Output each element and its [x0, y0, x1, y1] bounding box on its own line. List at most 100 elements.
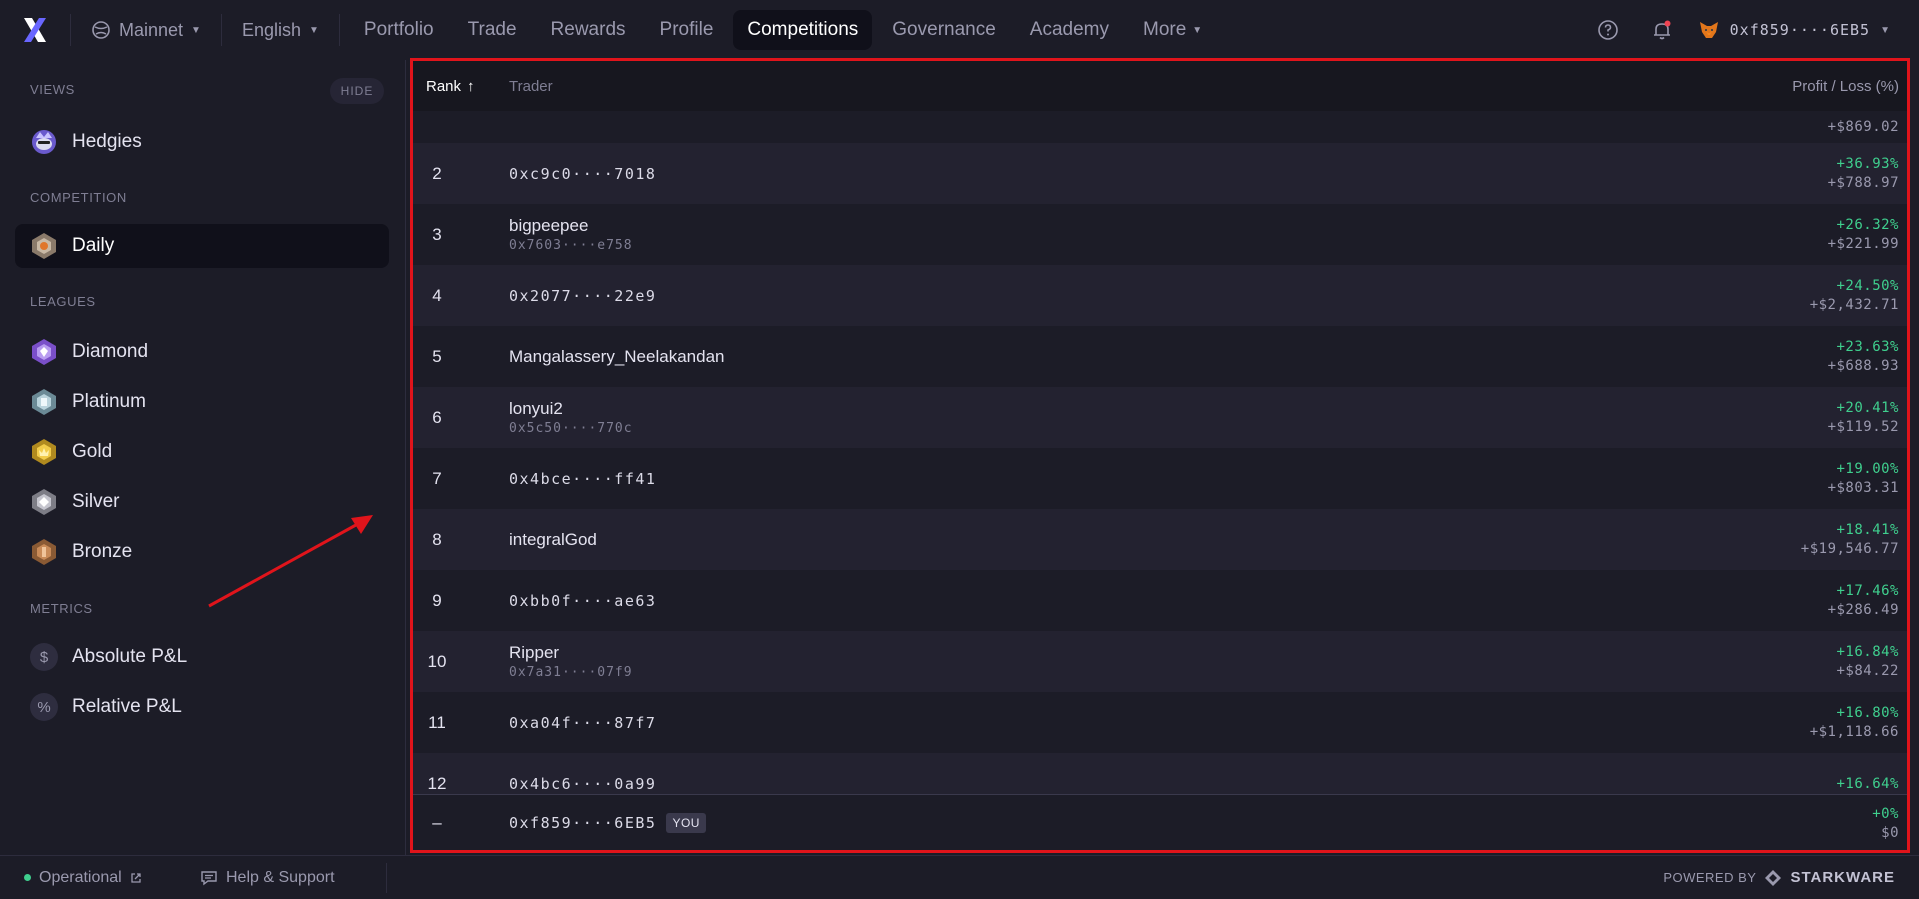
pnl-column-header[interactable]: Profit / Loss (%) [1792, 78, 1899, 95]
sidebar-item-hedgies[interactable]: Hedgies [15, 120, 389, 164]
help-button[interactable] [1590, 12, 1626, 48]
bronze-badge-icon [30, 538, 58, 566]
dydx-logo[interactable] [0, 0, 70, 60]
nav-governance[interactable]: Governance [878, 10, 1010, 50]
sidebar-item-label: Bronze [72, 541, 133, 562]
pnl-cell: +16.80% +$1,118.66 [1810, 692, 1899, 753]
hide-sidebar-button[interactable]: HIDE [330, 78, 384, 104]
table-row[interactable]: 8 integralGod +18.41% +$19,546.77 [413, 509, 1907, 570]
trader-name: integralGod [509, 529, 597, 549]
pnl-percent: +24.50% [1836, 278, 1899, 294]
arrow-up-icon: ↑ [467, 77, 475, 95]
divider [386, 862, 387, 893]
logo-icon [24, 18, 46, 42]
table-row[interactable]: 3 bigpeepee 0x7603····e758 +26.32% +$221.99 [413, 204, 1907, 265]
nav-trade[interactable]: Trade [454, 10, 531, 50]
pnl-cell: +18.41% +$19,546.77 [1801, 509, 1899, 570]
sidebar-item-diamond[interactable]: Diamond [15, 330, 389, 374]
nav-more[interactable]: More ▼ [1129, 10, 1216, 50]
pnl-cell: +19.00% +$803.31 [1828, 448, 1899, 509]
rank-cell: 10 [427, 651, 447, 671]
diamond-badge-icon [30, 338, 58, 366]
table-row[interactable]: 2 0xc9c0····7018 +36.93% +$788.97 [413, 143, 1907, 204]
silver-badge-icon [30, 488, 58, 516]
rank-cell: 9 [432, 590, 442, 610]
rank-cell: 6 [432, 407, 442, 427]
rank-cell: 11 [428, 712, 446, 732]
sidebar-item-relative-pnl[interactable]: % Relative P&L [15, 685, 389, 729]
table-row[interactable]: 5 Mangalassery_Neelakandan +23.63% +$688.93 [413, 326, 1907, 387]
sidebar-item-platinum[interactable]: Platinum [15, 380, 389, 424]
pnl-percent: +19.00% [1836, 461, 1899, 477]
network-label: Mainnet [119, 19, 184, 40]
trader-cell: 0xa04f····87f7 [509, 692, 656, 753]
pnl-usd: +$286.49 [1827, 602, 1899, 618]
hedgie-icon [30, 128, 58, 156]
pnl-percent: +26.32% [1836, 217, 1899, 233]
trader-name: bigpeepee [509, 216, 589, 235]
sidebar-item-label: Daily [72, 235, 115, 256]
question-icon [1597, 20, 1618, 40]
pnl-percent: +16.84% [1836, 644, 1899, 660]
sidebar-item-absolute-pnl[interactable]: $ Absolute P&L [15, 635, 389, 679]
trader-cell: bigpeepee 0x7603····e758 [509, 204, 633, 265]
table-row[interactable]: 9 0xbb0f····ae63 +17.46% +$286.49 [413, 570, 1907, 631]
table-row[interactable]: 10 Ripper 0x7a31····07f9 +16.84% +$84.22 [413, 631, 1907, 692]
pnl-usd: +$2,432.71 [1809, 297, 1899, 313]
pnl-percent: +23.63% [1836, 339, 1899, 355]
top-right-controls: 0xf859····6EB5 ▼ [1590, 12, 1919, 48]
pnl-percent: +16.80% [1836, 705, 1899, 721]
help-support-link[interactable]: Help & Support [200, 869, 386, 887]
metamask-fox-icon [1699, 22, 1718, 38]
rank-cell: – [432, 813, 442, 832]
sidebar-item-gold[interactable]: Gold [15, 430, 389, 474]
trader-cell: lonyui2 0x5c50····770c [509, 387, 633, 448]
trader-column-header: Trader [509, 77, 553, 95]
status-label: Operational [39, 868, 122, 886]
nav-rewards[interactable]: Rewards [537, 10, 640, 50]
network-select[interactable]: Mainnet ▼ [71, 0, 221, 60]
nav-profile[interactable]: Profile [646, 10, 728, 50]
language-select[interactable]: English ▼ [222, 0, 339, 60]
table-row[interactable]: 6 lonyui2 0x5c50····770c +20.41% +$119.52 [413, 387, 1907, 448]
trader-cell: 0x2077····22e9 [509, 265, 656, 326]
footer: Operational Help & Support POWERED BY ST… [0, 855, 1919, 899]
current-user-row[interactable]: – 0xf859····6EB5 YOU +0% $0 [413, 794, 1907, 850]
notifications-button[interactable] [1644, 12, 1680, 48]
pnl-usd: +$869.02 [1827, 119, 1899, 135]
trader-address: 0x5c50····770c [509, 421, 633, 436]
starkware-logo-icon [1765, 869, 1782, 886]
nav-portfolio[interactable]: Portfolio [350, 10, 448, 50]
nav-more-label: More [1143, 19, 1187, 40]
sidebar-item-label: Relative P&L [72, 696, 182, 717]
wallet-address: 0xf859····6EB5 [1729, 21, 1871, 39]
table-row[interactable]: 11 0xa04f····87f7 +16.80% +$1,118.66 [413, 692, 1907, 753]
rank-column-header[interactable]: Rank ↑ [426, 78, 475, 95]
pnl-cell: +24.50% +$2,432.71 [1810, 265, 1899, 326]
trader-cell: 0x4bce····ff41 [509, 448, 656, 509]
trader-name: 0x4bce····ff41 [509, 469, 657, 488]
trader-name: 0xc9c0····7018 [509, 164, 657, 183]
table-row[interactable]: 4 0x2077····22e9 +24.50% +$2,432.71 [413, 265, 1907, 326]
rank-cell: 8 [432, 529, 442, 549]
help-label: Help & Support [226, 868, 335, 886]
nav-competitions[interactable]: Competitions [733, 10, 873, 50]
trader-cell: 0xbb0f····ae63 [509, 570, 656, 631]
trader-cell: Ripper 0x7a31····07f9 [509, 631, 633, 692]
pnl-cell: +23.63% +$688.93 [1828, 326, 1899, 387]
chevron-down-icon: ▼ [191, 24, 201, 36]
table-row[interactable]: 7 0x4bce····ff41 +19.00% +$803.31 [413, 448, 1907, 509]
dollar-icon: $ [30, 643, 58, 671]
pnl-usd: +$84.22 [1836, 663, 1899, 679]
nav-academy[interactable]: Academy [1016, 10, 1123, 50]
pnl-usd: +$788.97 [1827, 175, 1899, 191]
trader-cell: integralGod [509, 509, 597, 570]
you-badge: YOU [666, 813, 706, 833]
trader-name: lonyui2 [509, 399, 563, 418]
metrics-heading: METRICS [30, 601, 93, 616]
pnl-cell: +16.84% +$84.22 [1836, 631, 1899, 692]
sidebar-item-daily[interactable]: Daily [15, 224, 389, 268]
pnl-usd: +$119.52 [1827, 419, 1899, 435]
wallet-button[interactable]: 0xf859····6EB5 ▼ [1698, 20, 1891, 40]
status-link[interactable]: Operational [0, 869, 200, 887]
